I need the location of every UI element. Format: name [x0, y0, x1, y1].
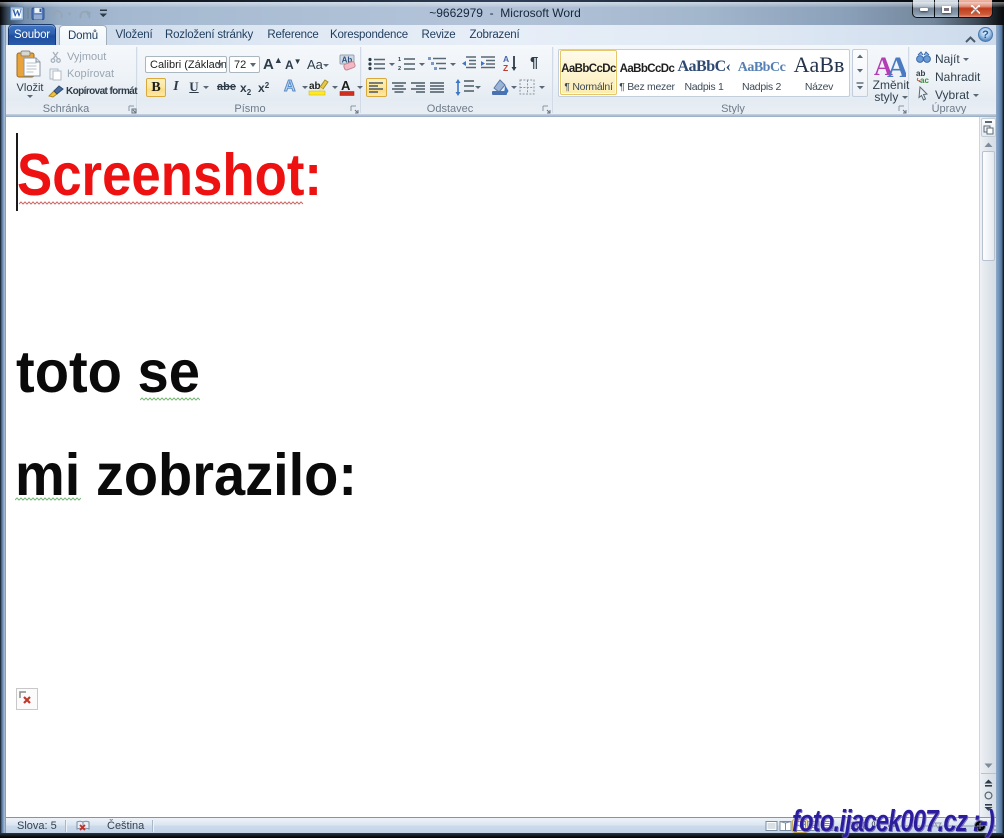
svg-text:2: 2 — [398, 66, 401, 71]
svg-text:A: A — [341, 78, 351, 93]
svg-text:1: 1 — [398, 57, 401, 63]
svg-text:ab: ab — [309, 81, 321, 92]
svg-text:Z: Z — [503, 63, 508, 72]
svg-text:A: A — [887, 51, 906, 77]
svg-text:ac: ac — [920, 76, 929, 83]
svg-text:W: W — [12, 9, 22, 20]
